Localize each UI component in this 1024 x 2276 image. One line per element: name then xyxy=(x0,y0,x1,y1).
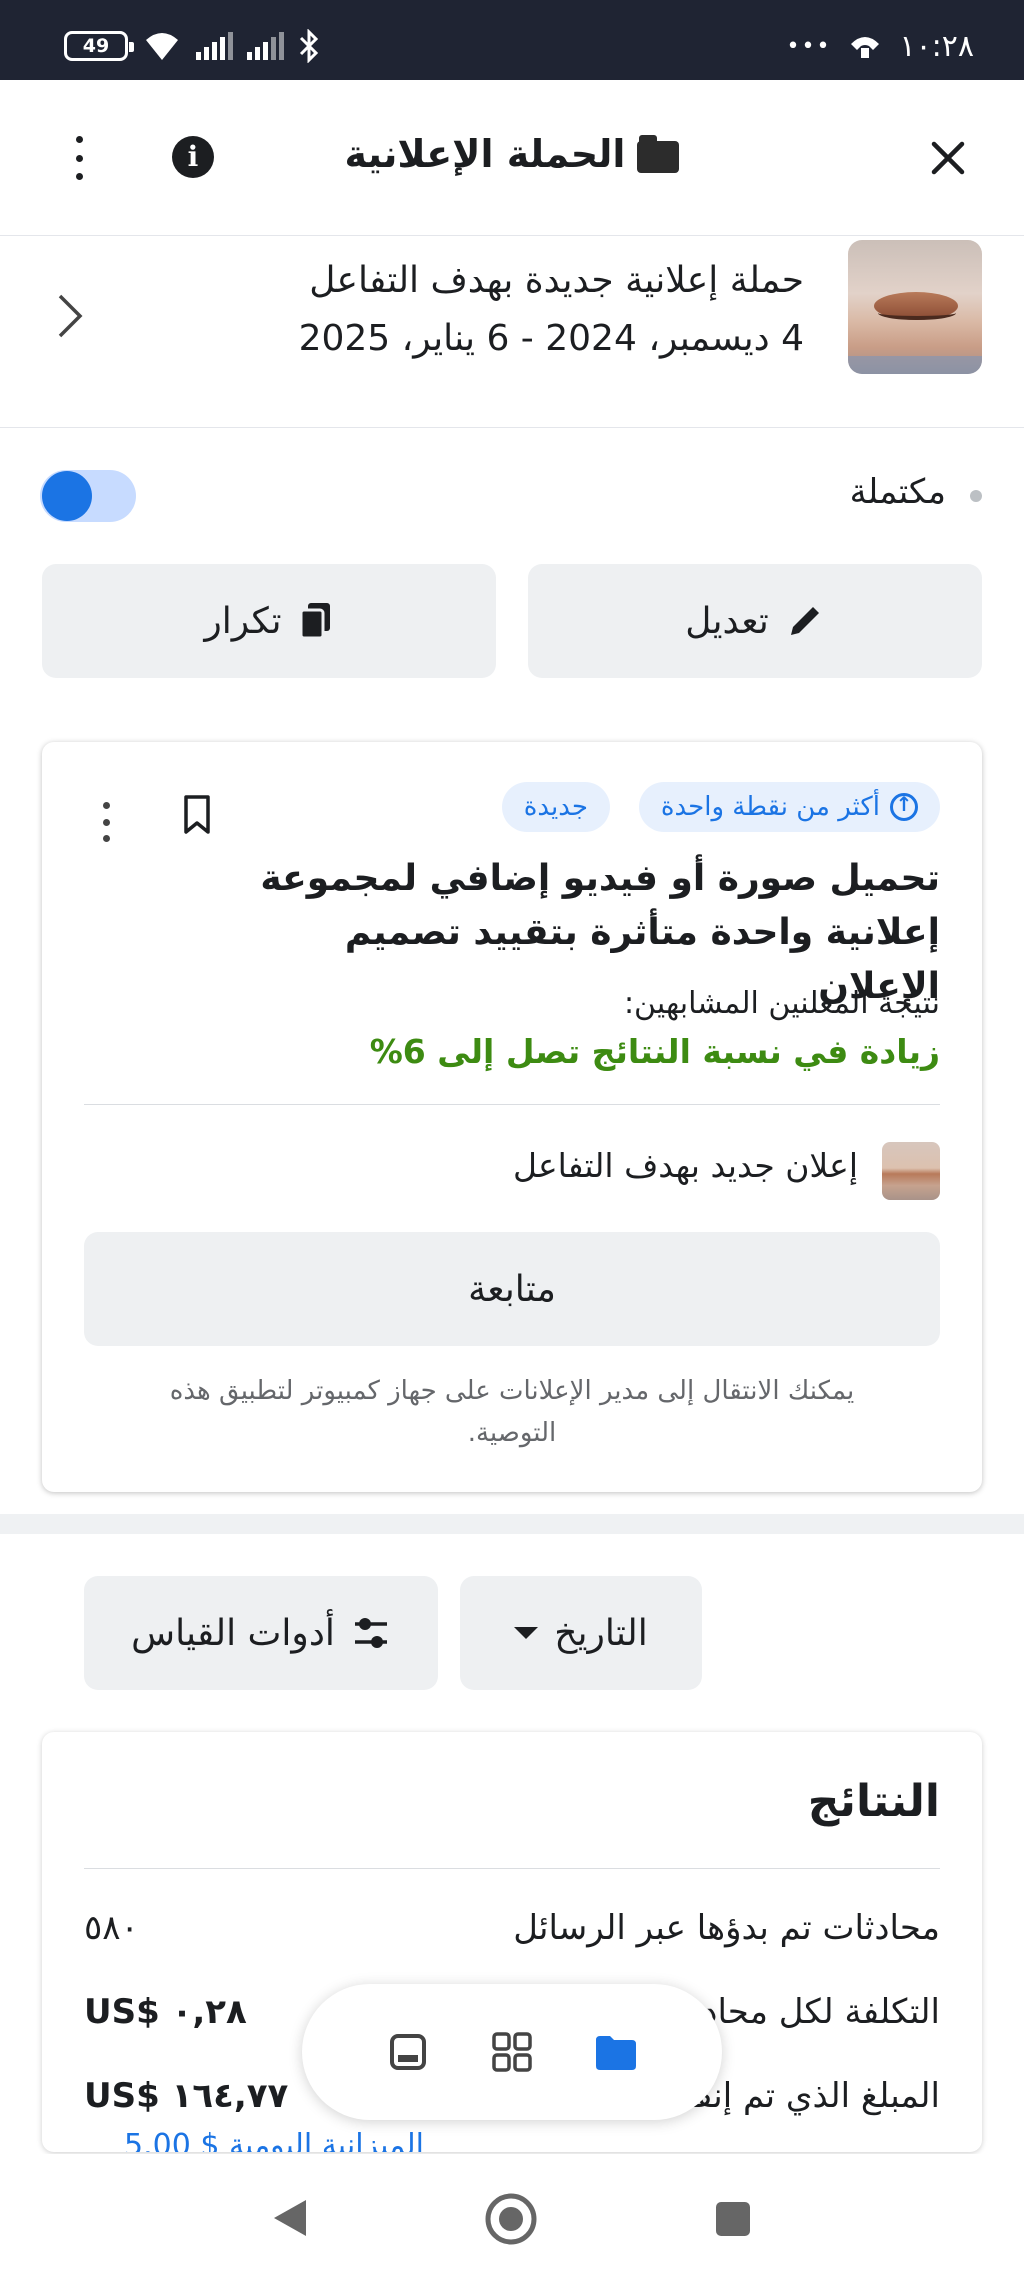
app-header: الحملة الإعلانية i xyxy=(0,80,1024,236)
continue-button[interactable]: متابعة xyxy=(84,1232,940,1346)
ad-name: إعلان جديد بهدف التفاعل xyxy=(512,1146,858,1185)
result-value: US$ ٠,٢٨ xyxy=(84,1992,247,2032)
copy-icon xyxy=(299,603,330,640)
recommendation-note: يمكنك الانتقال إلى مدير الإعلانات على جه… xyxy=(169,1376,855,1448)
card-divider xyxy=(84,1104,940,1105)
campaign-thumbnail xyxy=(848,240,982,374)
info-icon[interactable]: i xyxy=(172,136,214,178)
result-value: ٥٨٠ xyxy=(84,1908,139,1948)
result-value: US$ ١٦٤,٧٧ xyxy=(84,2076,289,2116)
bottom-nav-pill xyxy=(302,1984,722,2120)
card-more-icon[interactable] xyxy=(100,802,112,842)
pencil-icon xyxy=(790,607,819,635)
more-vert-icon[interactable] xyxy=(66,136,92,180)
close-icon[interactable] xyxy=(928,138,968,178)
measurement-tools-button[interactable]: أدوات القياس xyxy=(84,1576,438,1690)
system-navigation-bar xyxy=(0,2154,1024,2276)
badge-multi-label: أكثر من نقطة واحدة xyxy=(660,792,880,822)
continue-label: متابعة xyxy=(468,1268,556,1310)
recommendation-result: زيادة في نسبة النتائج تصل إلى 6% xyxy=(369,1032,940,1071)
measurement-tools-label: أدوات القياس xyxy=(131,1612,335,1654)
status-label: مكتملة xyxy=(849,472,946,512)
bluetooth-icon xyxy=(299,29,319,63)
results-divider xyxy=(84,1868,940,1869)
chevron-right-icon[interactable] xyxy=(54,292,84,340)
campaign-dates: 4 ديسمبر، 2024 - 6 يناير، 2025 xyxy=(298,318,804,359)
alarm-off-icon xyxy=(851,37,880,58)
result-row[interactable]: ٥٨٠ محادثات تم بدؤها عبر الرسائل xyxy=(84,1898,940,1958)
battery-icon: 49 xyxy=(64,31,134,61)
result-label: محادثات تم بدؤها عبر الرسائل xyxy=(513,1908,940,1948)
status-bar-left: 49 xyxy=(64,28,320,64)
status-time: ١٠:٢٨ xyxy=(899,28,974,64)
status-bar-right: ••• ١٠:٢٨ xyxy=(786,28,975,64)
battery-level: 49 xyxy=(82,35,110,57)
badge-new: جديدة xyxy=(501,782,610,832)
edit-button[interactable]: تعديل xyxy=(528,564,982,678)
date-filter-button[interactable]: التاريخ xyxy=(460,1576,702,1690)
signal-2-icon xyxy=(247,32,284,60)
status-more: ••• xyxy=(786,33,832,59)
recommendation-card: أكثر من نقطة واحدة جديدة تحميل صورة أو ف… xyxy=(42,742,982,1492)
folder-icon xyxy=(637,134,680,173)
status-bar: ••• ١٠:٢٨ 49 xyxy=(0,0,1024,80)
page-title: الحملة الإعلانية xyxy=(0,132,1024,176)
duplicate-button[interactable]: تكرار xyxy=(42,564,496,678)
grid-icon[interactable] xyxy=(488,2030,536,2074)
duplicate-label: تكرار xyxy=(204,600,282,642)
home-icon[interactable] xyxy=(484,2192,538,2246)
page-title-text: الحملة الإعلانية xyxy=(344,132,626,176)
recents-icon[interactable] xyxy=(714,2200,752,2238)
back-icon[interactable] xyxy=(270,2196,310,2240)
status-dot xyxy=(970,490,982,502)
caret-down-icon xyxy=(514,1627,539,1639)
ad-thumbnail xyxy=(882,1142,940,1200)
campaign-toggle[interactable] xyxy=(40,470,136,522)
dashboard-icon[interactable] xyxy=(384,2030,432,2074)
edit-label: تعديل xyxy=(685,600,769,642)
badge-multiple-points: أكثر من نقطة واحدة xyxy=(638,782,940,832)
results-title: النتائج xyxy=(807,1776,940,1827)
wifi-icon xyxy=(146,33,178,60)
daily-budget-link[interactable]: الميزانية اليومية $ 5.00 xyxy=(124,2128,424,2152)
similar-advertisers-label: نتيجة المعلنين المشابهين: xyxy=(623,986,940,1021)
campaign-summary-row[interactable]: حملة إعلانية جديدة بهدف التفاعل 4 ديسمبر… xyxy=(0,236,1024,428)
bookmark-icon[interactable] xyxy=(182,794,212,836)
date-filter-label: التاريخ xyxy=(554,1612,648,1654)
badge-new-label: جديدة xyxy=(523,792,588,822)
arrow-up-circle-icon xyxy=(890,792,918,821)
signal-1-icon xyxy=(196,32,233,60)
folder-nav-icon[interactable] xyxy=(592,2030,640,2074)
campaign-name: حملة إعلانية جديدة بهدف التفاعل xyxy=(309,260,804,301)
campaign-info: حملة إعلانية جديدة بهدف التفاعل 4 ديسمبر… xyxy=(299,252,804,368)
section-divider xyxy=(0,1514,1024,1534)
sliders-icon xyxy=(354,1618,387,1648)
